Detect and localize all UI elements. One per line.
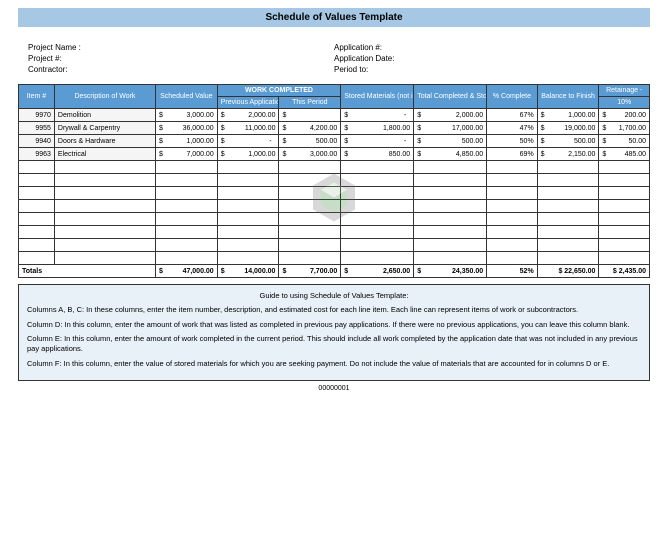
- table-row-empty: [19, 200, 650, 213]
- totals-row: Totals$47,000.00$14,000.00$7,700.00$2,65…: [19, 265, 650, 278]
- table-row-empty: [19, 252, 650, 265]
- table-row-empty: [19, 226, 650, 239]
- table-row-empty: [19, 174, 650, 187]
- th-stored: Stored Materials (not in D or E): [341, 85, 414, 109]
- table-row: 9963Electrical$7,000.00$1,000.00$3,000.0…: [19, 148, 650, 161]
- project-num-label: Project #:: [28, 54, 334, 63]
- app-num-label: Application #:: [334, 43, 640, 52]
- th-this: This Period: [279, 97, 341, 109]
- values-table: Item # Description of Work Scheduled Val…: [18, 84, 650, 278]
- guide-p3: Column E: In this column, enter the amou…: [27, 334, 641, 354]
- app-date-label: Application Date:: [334, 54, 640, 63]
- table-row-empty: [19, 213, 650, 226]
- th-pct: % Complete: [487, 85, 538, 109]
- th-ret-top: Retainage -: [599, 85, 650, 97]
- th-ret-pct: 10%: [599, 97, 650, 109]
- table-row: 9970Demolition$3,000.00$2,000.00$$ - $2,…: [19, 109, 650, 122]
- guide-p4: Column F: In this column, enter the valu…: [27, 359, 641, 369]
- table-row-empty: [19, 161, 650, 174]
- table-row-empty: [19, 187, 650, 200]
- th-item: Item #: [19, 85, 55, 109]
- th-prev: Previous Application: [217, 97, 279, 109]
- meta-section: Project Name : Project #: Contractor: Ap…: [18, 39, 650, 84]
- guide-p1: Columns A, B, C: In these columns, enter…: [27, 305, 641, 315]
- table-row: 9955Drywall & Carpentry$36,000.00$11,000…: [19, 122, 650, 135]
- th-work-completed: WORK COMPLETED: [217, 85, 341, 97]
- table-row: 9940Doors & Hardware$1,000.00$ - $500.00…: [19, 135, 650, 148]
- guide-title: Guide to using Schedule of Values Templa…: [27, 291, 641, 301]
- th-sched: Scheduled Value: [155, 85, 217, 109]
- contractor-label: Contractor:: [28, 65, 334, 74]
- guide-box: Guide to using Schedule of Values Templa…: [18, 284, 650, 381]
- th-desc: Description of Work: [54, 85, 155, 109]
- project-name-label: Project Name :: [28, 43, 334, 52]
- page-title: Schedule of Values Template: [18, 8, 650, 27]
- footer-page-num: 00000001: [18, 385, 650, 392]
- period-to-label: Period to:: [334, 65, 640, 74]
- guide-p2: Column D: In this column, enter the amou…: [27, 320, 641, 330]
- th-total: Total Completed & Stored to Date: [414, 85, 487, 109]
- th-bal: Balance to Finish: [537, 85, 599, 109]
- table-row-empty: [19, 239, 650, 252]
